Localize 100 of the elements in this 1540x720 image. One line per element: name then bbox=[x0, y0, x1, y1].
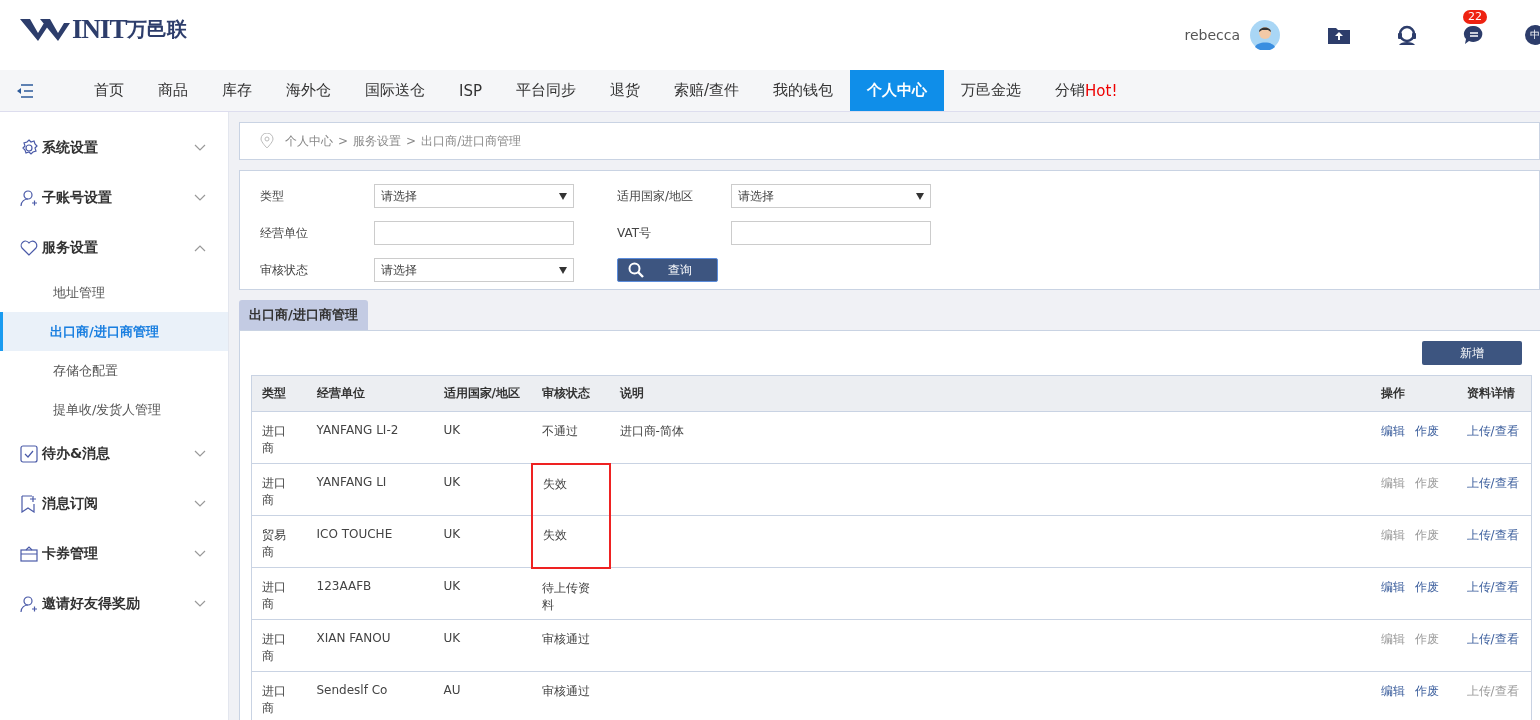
nav-tab[interactable]: 索赔/查件 bbox=[657, 70, 757, 111]
column-header: 审核状态 bbox=[531, 375, 610, 412]
table-cell: AU bbox=[433, 671, 532, 720]
select-field[interactable]: 请选择 bbox=[374, 258, 574, 282]
upload-view-link[interactable]: 上传/查看 bbox=[1466, 476, 1519, 490]
nav-tab[interactable]: 商品 bbox=[141, 70, 205, 111]
company-link[interactable]: YANFANG LI bbox=[306, 463, 434, 516]
upload-view-link[interactable]: 上传/查看 bbox=[1466, 424, 1519, 438]
nav-tab[interactable]: 国际送仓 bbox=[348, 70, 442, 111]
breadcrumb-item[interactable]: 个人中心 bbox=[285, 132, 333, 150]
company-link[interactable]: Sendeslf Co bbox=[306, 671, 434, 720]
company-link[interactable]: XIAN FANOU bbox=[306, 619, 434, 672]
nav-tab[interactable]: 我的钱包 bbox=[756, 70, 851, 111]
void-link[interactable]: 作废 bbox=[1414, 424, 1439, 438]
breadcrumb-item[interactable]: 服务设置 bbox=[353, 132, 402, 150]
user-name[interactable]: rebecca bbox=[1184, 27, 1240, 43]
upload-view-link[interactable]: 上传/查看 bbox=[1466, 580, 1519, 594]
gear-icon bbox=[20, 139, 38, 157]
nav-tab[interactable]: ISP bbox=[442, 70, 499, 111]
user-icon bbox=[20, 189, 38, 207]
sidebar-item[interactable]: 卡券管理 bbox=[0, 529, 228, 579]
table-cell: 不通过 bbox=[531, 411, 610, 464]
headset-icon[interactable] bbox=[1396, 24, 1418, 46]
table-cell: 审核通过 bbox=[531, 619, 610, 672]
sidebar-subitem[interactable]: 提单收/发货人管理 bbox=[0, 390, 228, 429]
add-button[interactable]: 新增 bbox=[1422, 341, 1522, 365]
nav-tab[interactable]: 万邑金选 bbox=[944, 70, 1039, 111]
table-cell: 进口商 bbox=[251, 411, 307, 464]
language-button[interactable]: 中 bbox=[1525, 25, 1540, 45]
filter-label: 经营单位 bbox=[260, 224, 309, 242]
table-cell: UK bbox=[433, 463, 532, 516]
dropdown-arrow-icon bbox=[916, 192, 924, 200]
chat-icon[interactable] bbox=[1463, 24, 1485, 46]
void-link[interactable]: 作废 bbox=[1414, 580, 1439, 594]
dropdown-arrow-icon bbox=[559, 192, 567, 200]
breadcrumb-separator: > bbox=[406, 134, 417, 148]
company-link[interactable]: ICO TOUCHE bbox=[306, 515, 434, 568]
select-field[interactable]: 请选择 bbox=[374, 184, 574, 208]
avatar-icon[interactable] bbox=[1250, 20, 1280, 50]
search-icon bbox=[628, 262, 644, 278]
sidebar-item[interactable]: 待办&消息 bbox=[0, 429, 228, 479]
sidebar-subitem[interactable]: 出口商/进口商管理 bbox=[0, 312, 228, 351]
nav-tab[interactable]: 退货 bbox=[593, 70, 657, 111]
nav-tab[interactable]: 分销Hot! bbox=[1038, 70, 1135, 111]
check-icon bbox=[20, 445, 38, 463]
sidebar-item[interactable]: 邀请好友得奖励 bbox=[0, 579, 228, 629]
table-cell: 待上传资料 bbox=[531, 567, 610, 620]
dropdown-arrow-icon bbox=[559, 266, 567, 274]
table-cell: 进口商 bbox=[251, 567, 307, 620]
upload-view-link[interactable]: 上传/查看 bbox=[1466, 528, 1519, 542]
table-cell: 进口商 bbox=[251, 463, 307, 516]
column-header: 经营单位 bbox=[306, 375, 434, 412]
edit-link[interactable]: 编辑 bbox=[1380, 580, 1405, 594]
card-icon bbox=[20, 545, 38, 563]
column-header: 类型 bbox=[251, 375, 307, 412]
column-header: 操作 bbox=[1370, 375, 1457, 412]
notification-badge: 22 bbox=[1463, 10, 1487, 24]
filter-label: 审核状态 bbox=[260, 261, 309, 279]
sidebar-item[interactable]: 子账号设置 bbox=[0, 173, 228, 223]
sidebar-item[interactable]: 服务设置 bbox=[0, 223, 228, 273]
edit-link[interactable]: 编辑 bbox=[1380, 684, 1405, 698]
sidebar-subitem[interactable]: 地址管理 bbox=[0, 273, 228, 312]
table-cell: 进口商 bbox=[251, 619, 307, 672]
nav-tab[interactable]: 首页 bbox=[77, 70, 141, 111]
table-cell: UK bbox=[433, 515, 532, 568]
heart-icon bbox=[20, 239, 38, 257]
column-header: 说明 bbox=[609, 375, 1371, 412]
sidebar-item[interactable]: 系统设置 bbox=[0, 123, 228, 173]
table-cell: 贸易商 bbox=[251, 515, 307, 568]
breadcrumb-separator: > bbox=[338, 134, 349, 148]
input-field[interactable] bbox=[731, 221, 931, 245]
search-button[interactable]: 查询 bbox=[617, 258, 718, 282]
user-icon bbox=[20, 595, 38, 613]
logo-name: 万邑联 bbox=[126, 15, 187, 43]
breadcrumb-item[interactable]: 出口商/进口商管理 bbox=[421, 132, 522, 150]
edit-link[interactable]: 编辑 bbox=[1380, 424, 1405, 438]
nav-tab[interactable]: 库存 bbox=[205, 70, 269, 111]
company-link[interactable]: YANFANG LI-2 bbox=[306, 411, 434, 464]
select-field[interactable]: 请选择 bbox=[731, 184, 931, 208]
sidebar-subitem[interactable]: 存储仓配置 bbox=[0, 351, 228, 390]
column-header: 资料详情 bbox=[1456, 375, 1532, 412]
upload-folder-icon[interactable] bbox=[1327, 25, 1351, 45]
table-cell: 进口商 bbox=[251, 671, 307, 720]
filter-label: 类型 bbox=[260, 187, 285, 205]
table-cell: 审核通过 bbox=[531, 671, 610, 720]
table-cell: UK bbox=[433, 619, 532, 672]
input-field[interactable] bbox=[374, 221, 574, 245]
panel-tab[interactable]: 出口商/进口商管理 bbox=[239, 300, 368, 330]
logo-text: INIT bbox=[72, 13, 127, 45]
filter-label: 适用国家/地区 bbox=[617, 187, 695, 205]
menu-collapse-icon[interactable] bbox=[16, 84, 34, 98]
nav-tab[interactable]: 平台同步 bbox=[499, 70, 593, 111]
void-link[interactable]: 作废 bbox=[1414, 684, 1439, 698]
filter-label: VAT号 bbox=[617, 224, 653, 242]
upload-view-link[interactable]: 上传/查看 bbox=[1466, 632, 1519, 646]
table-cell: 失效 bbox=[531, 463, 610, 516]
company-link[interactable]: 123AAFB bbox=[306, 567, 434, 620]
sidebar-item[interactable]: 消息订阅 bbox=[0, 479, 228, 529]
table-cell: 进口商-简体 bbox=[609, 411, 1371, 464]
nav-tab[interactable]: 海外仓 bbox=[269, 70, 348, 111]
